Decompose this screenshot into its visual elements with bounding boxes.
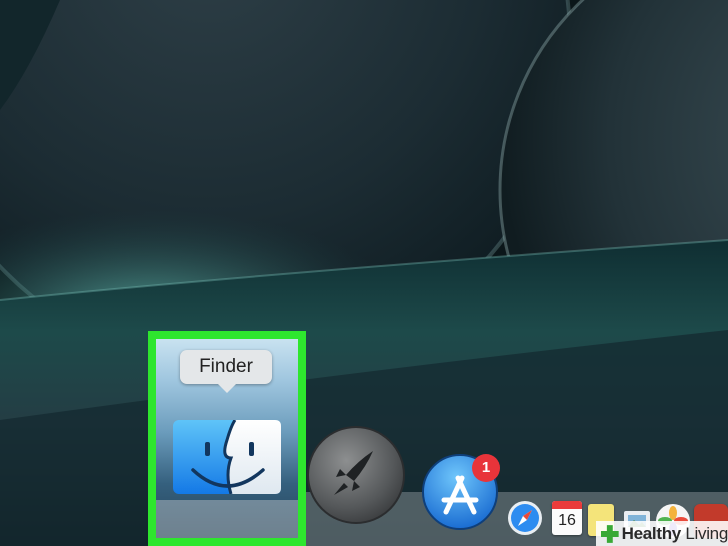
calendar-header [552, 501, 582, 509]
highlight-dock-background [156, 500, 298, 538]
plus-icon [600, 524, 619, 543]
app-store-badge: 1 [472, 454, 500, 482]
calendar-icon[interactable]: 16 [552, 501, 582, 535]
watermark-brand: Healthy [621, 523, 682, 543]
safari-icon[interactable] [506, 498, 544, 538]
calendar-day: 16 [558, 512, 576, 529]
finder-icon[interactable] [173, 419, 281, 495]
watermark-suffix: Living [680, 523, 728, 543]
tooltip-label: Finder [199, 356, 253, 377]
healthy-living-watermark: Healthy Living [596, 521, 728, 546]
finder-tooltip: Finder [180, 350, 272, 393]
watermark-text: Healthy Living [622, 524, 728, 544]
launchpad-icon[interactable] [306, 425, 406, 525]
